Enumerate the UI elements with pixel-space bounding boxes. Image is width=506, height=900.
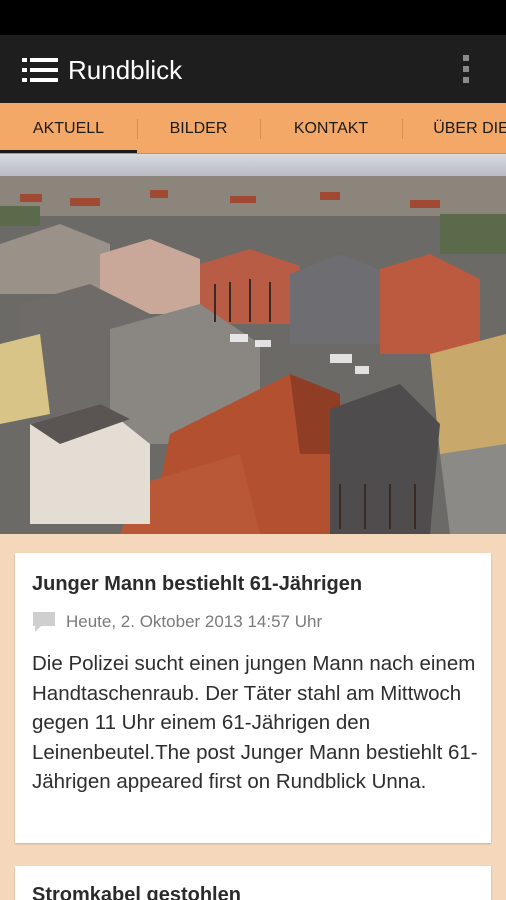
menu-icon[interactable]	[22, 57, 58, 83]
app-bar: Rundblick	[0, 35, 506, 103]
post-excerpt: Die Polizei sucht einen jungen Mann nach…	[32, 652, 478, 794]
tab-bilder[interactable]: BILDER	[137, 103, 260, 153]
post-card[interactable]: Junger Mann bestiehlt 61-Jährigen Heute,…	[15, 553, 491, 843]
town-aerial-photo[interactable]	[0, 154, 506, 534]
tab-aktuell[interactable]: AKTUELL	[0, 103, 137, 153]
post-card[interactable]: Stromkabel gestohlen	[15, 866, 491, 900]
tab-ueber-die[interactable]: ÜBER DIE	[402, 103, 506, 153]
post-date: Heute, 2. Oktober 2013 14:57 Uhr	[66, 612, 323, 631]
app-title: Rundblick	[68, 55, 183, 85]
tab-bar: AKTUELL BILDER KONTAKT ÜBER DIE	[0, 103, 506, 154]
post-meta: Heute, 2. Oktober 2013 14:57 Uhr	[32, 611, 322, 633]
tab-kontakt[interactable]: KONTAKT	[260, 103, 402, 153]
post-title[interactable]: Junger Mann bestiehlt 61-Jährigen	[32, 573, 362, 596]
comment-icon	[33, 612, 55, 632]
overflow-menu-icon[interactable]	[460, 53, 472, 85]
status-bar	[0, 0, 506, 35]
post-title[interactable]: Stromkabel gestohlen	[32, 884, 241, 900]
